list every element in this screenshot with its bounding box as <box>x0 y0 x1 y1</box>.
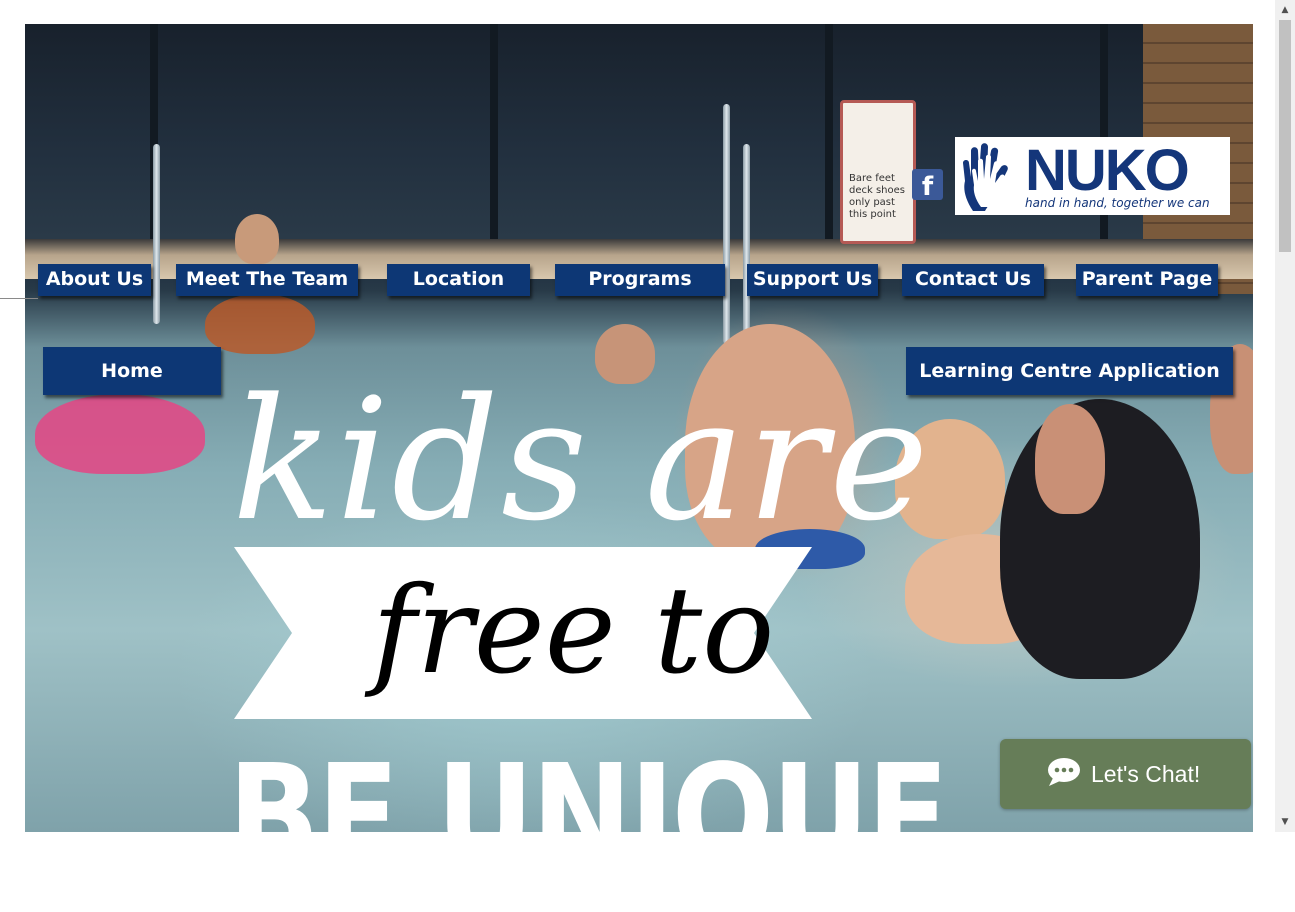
arrow-up-icon[interactable]: ▲ <box>1275 0 1295 20</box>
logo-brand: NUKO <box>1025 138 1190 203</box>
nav-about-us[interactable]: About Us <box>38 264 151 296</box>
hero-headline-line3: BE UNIQUE <box>228 735 949 898</box>
nav-label: Home <box>101 360 163 382</box>
nuko-logo[interactable]: NUKO hand in hand, together we can <box>955 137 1230 215</box>
nav-programs[interactable]: Programs <box>555 264 725 296</box>
nav-learning-centre-application[interactable]: Learning Centre Application <box>906 347 1233 395</box>
nav-label: Learning Centre Application <box>919 360 1220 382</box>
chat-label: Let's Chat! <box>1091 761 1201 787</box>
nav-label: Meet The Team <box>185 268 349 290</box>
scrollbar-thumb[interactable] <box>1279 20 1291 252</box>
nav-label: Contact Us <box>914 268 1032 290</box>
nav-parent-page[interactable]: Parent Page <box>1076 264 1218 296</box>
chat-button[interactable]: Let's Chat! <box>1000 739 1251 809</box>
nav-label: Parent Page <box>1081 268 1213 290</box>
nav-label: Support Us <box>752 268 873 290</box>
hero-headline-line2: free to <box>372 562 775 701</box>
nav-label: Location <box>412 268 505 290</box>
nav-label: About Us <box>45 268 144 290</box>
facebook-glyph: f <box>921 172 934 200</box>
nav-label: Programs <box>588 268 692 290</box>
chat-bubble-icon <box>1048 758 1080 786</box>
logo-tagline: hand in hand, together we can <box>1025 196 1210 210</box>
nav-support-us[interactable]: Support Us <box>747 264 878 296</box>
facebook-icon[interactable]: f <box>912 169 943 200</box>
floor-sign-text: Bare feet deck shoes only past this poin… <box>849 173 905 220</box>
page-scrollbar[interactable]: ▲ ▼ <box>1275 0 1295 832</box>
arrow-down-icon[interactable]: ▼ <box>1275 812 1295 832</box>
divider-line <box>0 298 38 299</box>
nav-home[interactable]: Home <box>43 347 221 395</box>
hand-logo-icon <box>963 143 1008 211</box>
nav-meet-the-team[interactable]: Meet The Team <box>176 264 358 296</box>
nav-contact-us[interactable]: Contact Us <box>902 264 1044 296</box>
nav-location[interactable]: Location <box>387 264 530 296</box>
floor-sign: Bare feet deck shoes only past this poin… <box>840 100 916 244</box>
hero-headline-line1: kids are <box>232 362 931 558</box>
